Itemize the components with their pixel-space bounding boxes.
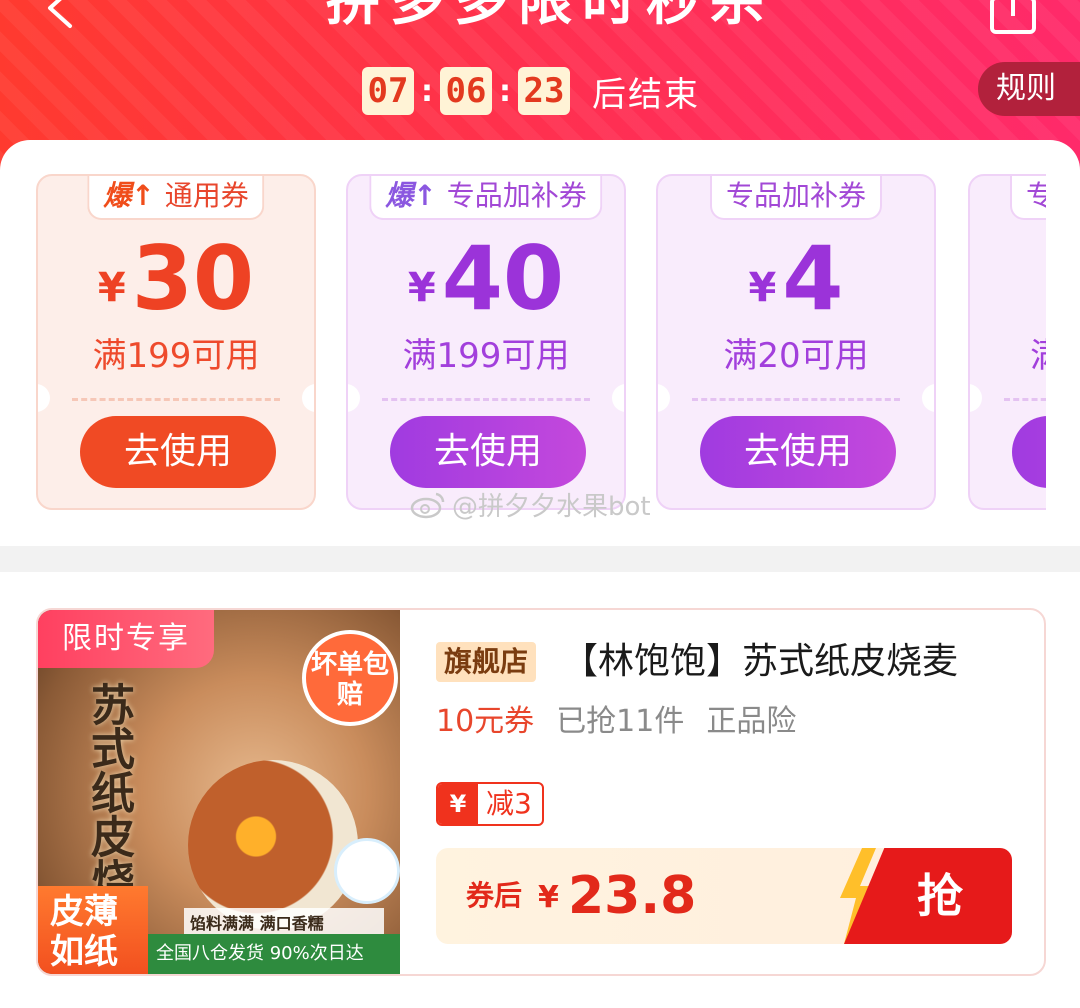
coupon-notch <box>302 384 314 412</box>
page: 拼多多限时秒杀 07 : 06 : 23 后结束 规则 爆↑ 通用券 ¥30 满… <box>0 0 1080 1008</box>
weibo-icon <box>410 492 445 518</box>
back-arrow-icon[interactable] <box>40 0 86 32</box>
discount-badge: ¥ 减3 <box>436 782 544 826</box>
coupon-panel: 爆↑ 通用券 ¥30 满199可用 去使用 爆↑ 专品加补券 ¥40 满199可… <box>0 140 1080 540</box>
coupon-divider <box>692 398 900 401</box>
rules-button[interactable]: 规则 <box>978 62 1080 116</box>
coupon-tag: 爆↑ 通用券 <box>87 176 265 220</box>
insurance-label: 正品险 <box>706 704 797 739</box>
coupon-card[interactable]: 爆↑ 专品加补券 ¥40 满199可用 去使用 <box>346 174 626 510</box>
discount-text: 减3 <box>486 787 532 820</box>
coupon-value: 4 <box>782 227 844 330</box>
countdown-timer: 07 : 06 : 23 后结束 <box>362 66 700 116</box>
watermark-text: @拼夕夕水果bot <box>452 492 651 522</box>
coupon-info: 10元券 <box>436 704 535 739</box>
coupon-notch <box>38 384 50 412</box>
image-caption: 馅料满满 满口香糯 <box>184 908 384 936</box>
coupon-condition: 满199可用 <box>402 336 570 376</box>
coupon-notch <box>970 384 982 412</box>
coupon-amount: ¥30 <box>38 234 314 324</box>
currency-symbol: ¥ <box>97 265 126 311</box>
product-meta: 10元券 已抢11件 正品险 <box>436 702 796 742</box>
coupon-amount: ¥4 <box>658 234 934 324</box>
limited-exclusive-tag: 限时专享 <box>38 610 214 668</box>
coupon-card[interactable]: 专品加补券 ¥4 满20可用 去使用 <box>656 174 936 510</box>
coupon-notch <box>612 384 624 412</box>
price-label: 券后 <box>466 879 523 912</box>
sold-count: 已抢11件 <box>556 704 685 739</box>
watermark: @拼夕夕水果bot <box>410 486 651 523</box>
mascot-icon <box>334 838 400 904</box>
coupon-condition: 满20可用 <box>723 336 869 376</box>
damage-compensation-badge: 坏单包赔 <box>302 630 398 726</box>
coupon-tag: 专品加补券 <box>709 176 883 220</box>
price-value: 23.8 <box>568 866 697 926</box>
scroll-fade <box>1046 170 1080 520</box>
coupon-value: 30 <box>131 227 255 330</box>
countdown-separator: : <box>421 73 433 109</box>
coupon-amount: ¥40 <box>348 234 624 324</box>
page-title: 拼多多限时秒杀 <box>326 0 774 32</box>
share-icon[interactable] <box>988 0 1038 36</box>
price-currency: ¥ <box>538 880 559 915</box>
section-divider <box>0 546 1080 572</box>
use-coupon-button[interactable]: 去使用 <box>700 416 896 488</box>
coupon-divider <box>72 398 280 401</box>
product-card[interactable]: 限时专享 苏式纸皮烧麦 坏单包赔 馅料满满 满口香糯 皮薄如纸 全国八仓发货 9… <box>36 608 1046 976</box>
countdown-separator: : <box>499 73 511 109</box>
currency-symbol: ¥ <box>407 265 436 311</box>
thin-skin-label: 皮薄如纸 <box>38 886 148 974</box>
coupon-condition: 满199可用 <box>92 336 260 376</box>
coupon-type-label: 专品加补券 <box>446 179 587 212</box>
currency-symbol: ¥ <box>748 265 777 311</box>
coupon-notch <box>348 384 360 412</box>
coupon-value: 40 <box>441 227 565 330</box>
product-title[interactable]: 【林饱饱】苏式纸皮烧麦 <box>562 634 958 690</box>
use-coupon-button[interactable]: 去使用 <box>390 416 586 488</box>
shipping-strip: 全国八仓发货 90%次日达 <box>148 934 400 974</box>
dumpling-image <box>188 760 358 930</box>
yen-icon: ¥ <box>438 784 478 824</box>
hot-icon: 爆↑ <box>385 179 437 212</box>
countdown-suffix: 后结束 <box>592 74 700 115</box>
coupon-notch <box>922 384 934 412</box>
coupon-card[interactable]: 爆↑ 通用券 ¥30 满199可用 去使用 <box>36 174 316 510</box>
coupon-type-label: 专品加补券 <box>725 179 867 212</box>
price-bar[interactable]: 券后 ¥ 23.8 抢 <box>436 848 1012 944</box>
use-coupon-button[interactable]: 去使用 <box>80 416 276 488</box>
countdown-seconds: 23 <box>518 67 570 115</box>
countdown-hours: 07 <box>362 67 414 115</box>
product-image[interactable]: 限时专享 苏式纸皮烧麦 坏单包赔 馅料满满 满口香糯 皮薄如纸 全国八仓发货 9… <box>38 610 400 974</box>
flagship-store-badge: 旗舰店 <box>436 642 537 682</box>
coupon-divider <box>382 398 590 401</box>
product-info: 旗舰店 【林饱饱】苏式纸皮烧麦 10元券 已抢11件 正品险 ¥ 减3 券后 ¥… <box>436 610 1044 974</box>
coupon-type-label: 通用券 <box>164 179 249 212</box>
coupon-notch <box>658 384 670 412</box>
countdown-minutes: 06 <box>440 67 492 115</box>
coupon-tag: 爆↑ 专品加补券 <box>369 176 603 220</box>
hot-icon: 爆↑ <box>103 179 155 212</box>
